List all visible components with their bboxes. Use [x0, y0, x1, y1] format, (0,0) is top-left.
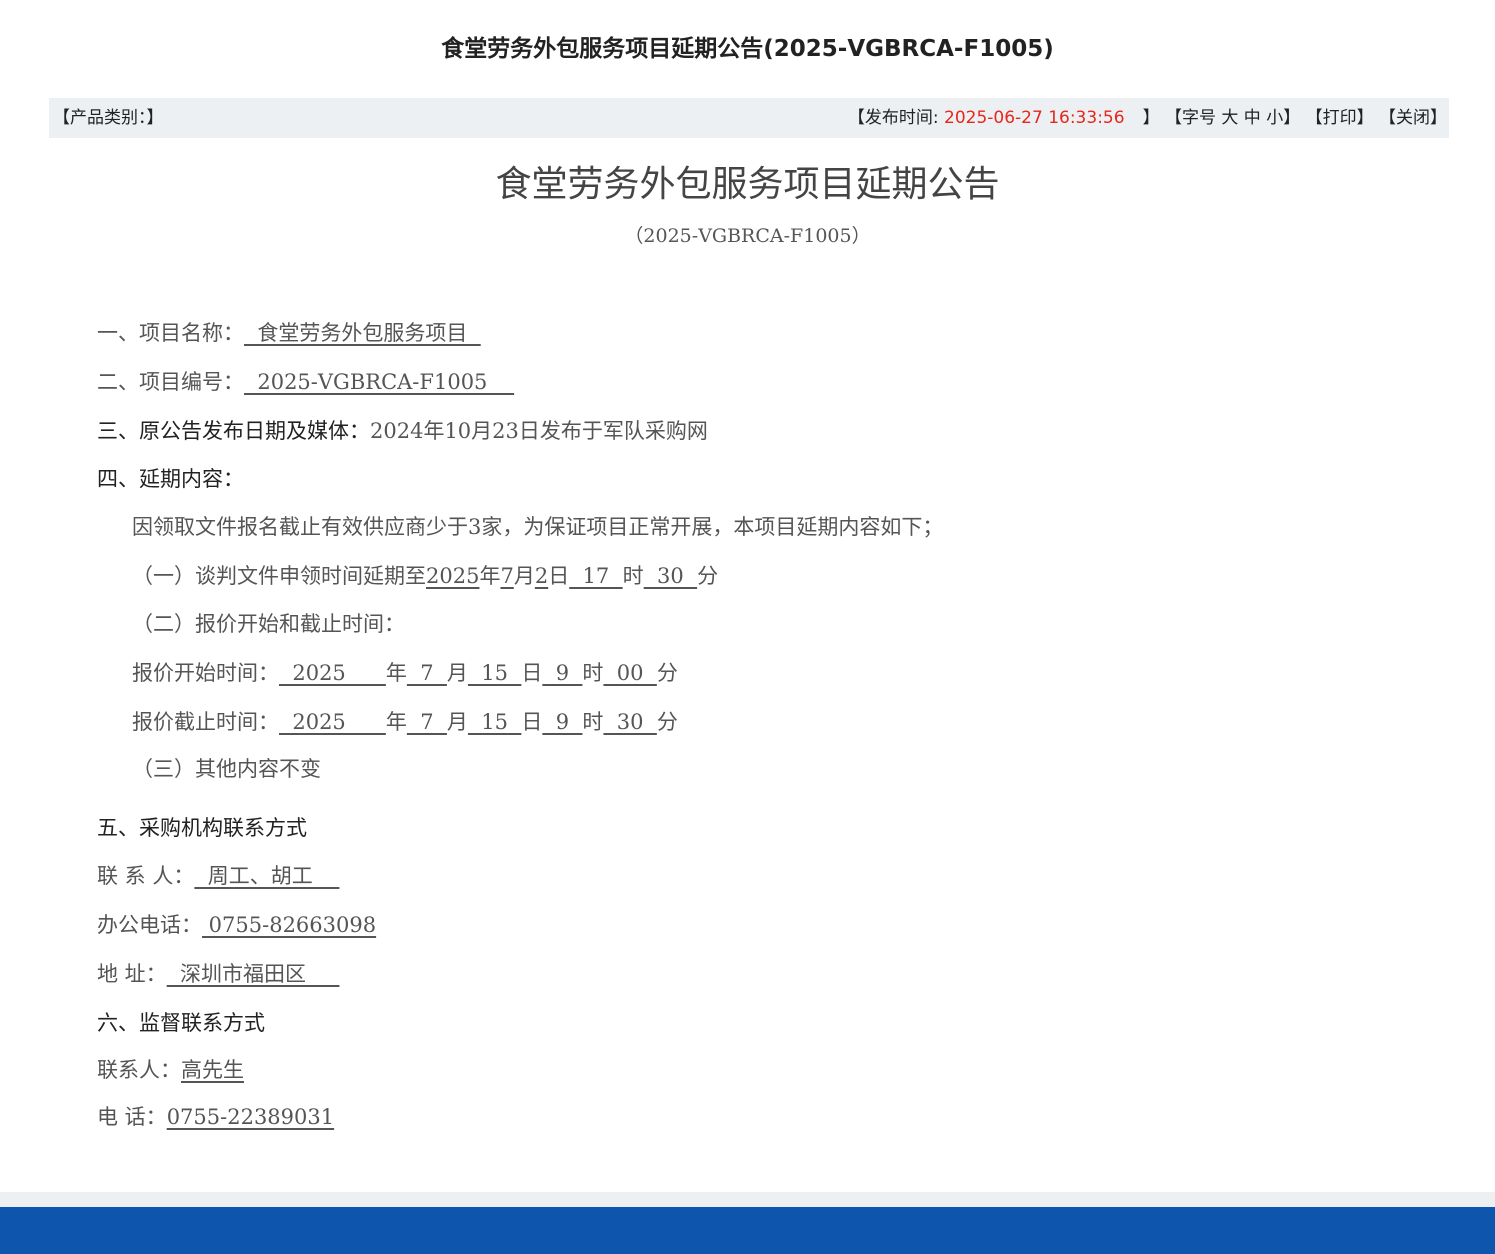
item1-month-unit: 月: [513, 564, 535, 588]
item1-month: 7: [500, 564, 514, 588]
quote-end-label: 报价截止时间：: [132, 710, 279, 734]
supervision-phone: 电 话：0755-22389031: [97, 1102, 334, 1132]
section-original-notice: 三、原公告发布日期及媒体：2024年10月23日发布于军队采购网: [97, 416, 708, 446]
supervision-contact-person: 联系人：高先生: [97, 1055, 244, 1085]
supervision-phone-value: 0755-22389031: [166, 1105, 335, 1129]
publish-time-close: 】: [1142, 108, 1160, 128]
print-link[interactable]: 【打印】: [1306, 108, 1374, 128]
contact-person-value: 周工、胡工: [194, 864, 340, 888]
product-category: 【产品类别：】: [53, 108, 164, 128]
item1-minute: 30: [643, 564, 698, 588]
item1-day-unit: 日: [548, 564, 570, 588]
quote-end-minute-unit: 分: [656, 710, 678, 734]
project-name-label: 一、项目名称：: [97, 321, 244, 345]
quote-end-hour: 9: [542, 710, 583, 734]
font-size-label: 【字号: [1164, 108, 1216, 128]
footer-band: [0, 1207, 1495, 1254]
font-large-link[interactable]: 大: [1221, 108, 1238, 128]
project-number-value: 2025-VGBRCA-F1005: [244, 370, 515, 394]
item1-year-unit: 年: [479, 564, 501, 588]
procurement-office-phone: 办公电话： 0755-82663098: [97, 910, 376, 940]
quote-start-hour: 9: [542, 661, 583, 685]
section-procurement-contact: 五、采购机构联系方式: [97, 816, 307, 840]
procurement-contact-person: 联 系 人： 周工、胡工: [97, 861, 339, 891]
footer-divider: [0, 1192, 1495, 1208]
info-bar: 【产品类别：】 【发布时间: 2025-06-27 16:33:56】 【字号 …: [49, 98, 1449, 138]
publish-date: 2025-06-27 16:33:56: [944, 108, 1125, 128]
extension-item-3: （三）其他内容不变: [132, 757, 321, 781]
quote-end-time: 报价截止时间： 2025 年 7 月 15 日 9 时 30 分: [132, 707, 678, 737]
project-number-label: 二、项目编号：: [97, 370, 244, 394]
quote-start-month: 7: [406, 661, 447, 685]
quote-start-hour-unit: 时: [582, 661, 604, 685]
quote-end-day-unit: 日: [521, 710, 543, 734]
quote-start-year-unit: 年: [385, 661, 407, 685]
quote-start-year: 2025: [279, 661, 386, 685]
quote-end-year: 2025: [279, 710, 386, 734]
quote-start-day-unit: 日: [521, 661, 543, 685]
extension-intro: 因领取文件报名截止有效供应商少于3家，为保证项目正常开展，本项目延期内容如下；: [132, 515, 944, 539]
section-project-name: 一、项目名称： 食堂劳务外包服务项目: [97, 318, 481, 348]
quote-end-hour-unit: 时: [582, 710, 604, 734]
publish-time-label: 【发布时间:: [847, 108, 944, 128]
item1-day: 2: [534, 564, 549, 588]
office-phone-value: 0755-82663098: [202, 913, 377, 937]
supervision-contact-value: 高先生: [181, 1058, 244, 1082]
quote-start-minute: 00: [603, 661, 657, 685]
quote-end-day: 15: [467, 710, 522, 734]
project-name-value: 食堂劳务外包服务项目: [244, 321, 481, 345]
page-title: 食堂劳务外包服务项目延期公告(2025-VGBRCA-F1005): [441, 36, 1054, 62]
quote-start-time: 报价开始时间： 2025 年 7 月 15 日 9 时 00 分: [132, 658, 678, 688]
section-extension-label: 四、延期内容：: [97, 467, 244, 491]
office-phone-label: 办公电话：: [97, 913, 202, 937]
close-link[interactable]: 【关闭】: [1379, 108, 1447, 128]
procurement-address: 地 址： 深圳市福田区: [97, 959, 339, 989]
contact-person-label: 联 系 人：: [97, 864, 195, 888]
original-notice-value: 2024年10月23日发布于军队采购网: [370, 419, 708, 443]
item1-hour-unit: 时: [622, 564, 644, 588]
quote-end-month-unit: 月: [446, 710, 468, 734]
quote-start-label: 报价开始时间：: [132, 661, 279, 685]
item1-prefix: （一）谈判文件申领时间延期至: [132, 564, 426, 588]
quote-start-minute-unit: 分: [656, 661, 678, 685]
quote-end-month: 7: [406, 710, 447, 734]
section-project-number: 二、项目编号： 2025-VGBRCA-F1005: [97, 367, 514, 397]
quote-start-day: 15: [467, 661, 522, 685]
item1-hour: 17: [569, 564, 623, 588]
extension-item-1: （一）谈判文件申领时间延期至2025年7月2日 17 时 30 分: [132, 561, 718, 591]
extension-item-2: （二）报价开始和截止时间：: [132, 612, 405, 636]
item1-minute-unit: 分: [697, 564, 719, 588]
font-medium-link[interactable]: 中: [1244, 108, 1261, 128]
info-bar-actions: 【发布时间: 2025-06-27 16:33:56】 【字号 大 中 小】 【…: [848, 98, 1447, 138]
quote-start-month-unit: 月: [446, 661, 468, 685]
address-label: 地 址：: [97, 962, 167, 986]
document-title: 食堂劳务外包服务项目延期公告: [495, 164, 1000, 205]
supervision-phone-label: 电 话：: [97, 1105, 167, 1129]
font-size-close: 】: [1283, 108, 1301, 128]
font-small-link[interactable]: 小: [1266, 108, 1283, 128]
quote-end-minute: 30: [603, 710, 657, 734]
quote-end-year-unit: 年: [385, 710, 407, 734]
document-code: （2025-VGBRCA-F1005）: [624, 225, 871, 247]
supervision-contact-label: 联系人：: [97, 1058, 181, 1082]
item1-year: 2025: [426, 564, 480, 588]
section-supervision-contact: 六、监督联系方式: [97, 1011, 265, 1035]
address-value: 深圳市福田区: [166, 962, 340, 986]
original-notice-label: 三、原公告发布日期及媒体：: [97, 419, 370, 443]
